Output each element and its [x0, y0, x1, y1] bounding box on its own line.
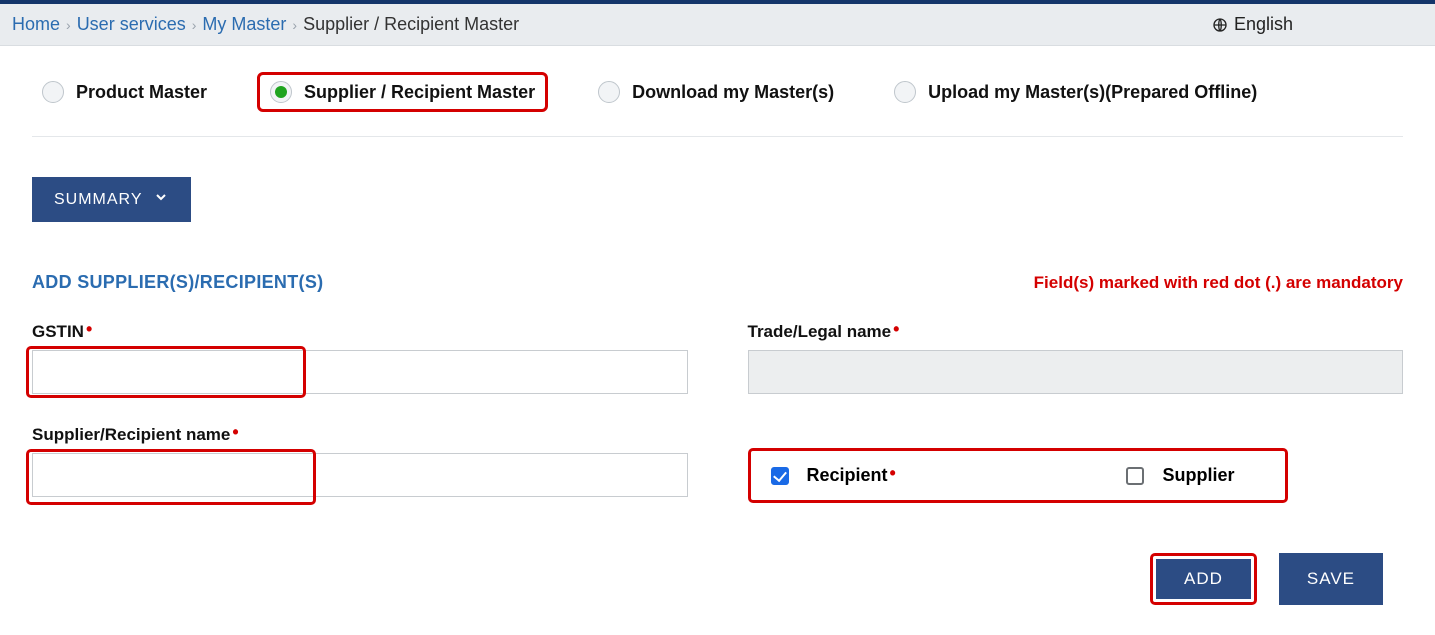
mandatory-note: Field(s) marked with red dot (.) are man… — [1034, 273, 1403, 293]
tab-label: Product Master — [76, 82, 207, 103]
gstin-label: GSTIN• — [32, 322, 92, 341]
recipient-checkbox-item[interactable]: Recipient• — [771, 465, 896, 486]
tab-label: Supplier / Recipient Master — [304, 82, 535, 103]
required-dot-icon: • — [888, 463, 896, 483]
master-tabs: Product Master Supplier / Recipient Mast… — [32, 64, 1403, 137]
chevron-down-icon — [153, 189, 169, 210]
supplier-recipient-name-field: Supplier/Recipient name• — [32, 424, 688, 503]
required-dot-icon: • — [84, 319, 92, 339]
supplier-checkbox-item[interactable]: Supplier — [1126, 465, 1234, 486]
tab-download-master[interactable]: Download my Master(s) — [588, 75, 844, 109]
chevron-right-icon: › — [64, 17, 73, 33]
breadcrumb-bar: Home › User services › My Master › Suppl… — [0, 4, 1435, 46]
tab-product-master[interactable]: Product Master — [32, 75, 217, 109]
gstin-input[interactable] — [32, 350, 688, 394]
required-dot-icon: • — [230, 422, 238, 442]
section-title: ADD SUPPLIER(S)/RECIPIENT(S) — [32, 272, 323, 293]
supplier-label: Supplier — [1162, 465, 1234, 486]
supplier-recipient-name-label: Supplier/Recipient name• — [32, 425, 239, 444]
breadcrumb-user-services[interactable]: User services — [77, 14, 186, 35]
trade-name-input — [748, 350, 1404, 394]
required-dot-icon: • — [891, 319, 899, 339]
breadcrumb-my-master[interactable]: My Master — [202, 14, 286, 35]
chevron-right-icon: › — [190, 17, 199, 33]
recipient-label: Recipient• — [807, 465, 896, 486]
tab-supplier-recipient-master[interactable]: Supplier / Recipient Master — [257, 72, 548, 112]
radio-icon — [598, 81, 620, 103]
language-label: English — [1234, 14, 1293, 35]
globe-icon — [1212, 17, 1228, 33]
summary-label: SUMMARY — [54, 191, 143, 209]
tab-label: Upload my Master(s)(Prepared Offline) — [928, 82, 1257, 103]
checkbox-icon — [1126, 467, 1144, 485]
trade-name-field: Trade/Legal name• — [748, 321, 1404, 394]
add-button[interactable]: ADD — [1156, 559, 1251, 599]
gstin-field: GSTIN• — [32, 321, 688, 394]
radio-icon — [894, 81, 916, 103]
breadcrumb-current: Supplier / Recipient Master — [303, 14, 519, 35]
type-checkbox-group: Recipient• Supplier — [748, 448, 1288, 503]
language-selector[interactable]: English — [1212, 14, 1423, 35]
checkbox-icon — [771, 467, 789, 485]
radio-icon — [270, 81, 292, 103]
save-button[interactable]: SAVE — [1279, 553, 1383, 605]
chevron-right-icon: › — [290, 17, 299, 33]
summary-button[interactable]: SUMMARY — [32, 177, 191, 222]
add-button-highlight: ADD — [1150, 553, 1257, 605]
trade-name-label: Trade/Legal name• — [748, 322, 900, 341]
tab-label: Download my Master(s) — [632, 82, 834, 103]
breadcrumb: Home › User services › My Master › Suppl… — [12, 14, 1212, 35]
breadcrumb-home[interactable]: Home — [12, 14, 60, 35]
radio-icon — [42, 81, 64, 103]
type-selection-field: Recipient• Supplier — [748, 424, 1404, 503]
supplier-recipient-name-input[interactable] — [32, 453, 688, 497]
tab-upload-master[interactable]: Upload my Master(s)(Prepared Offline) — [884, 75, 1267, 109]
